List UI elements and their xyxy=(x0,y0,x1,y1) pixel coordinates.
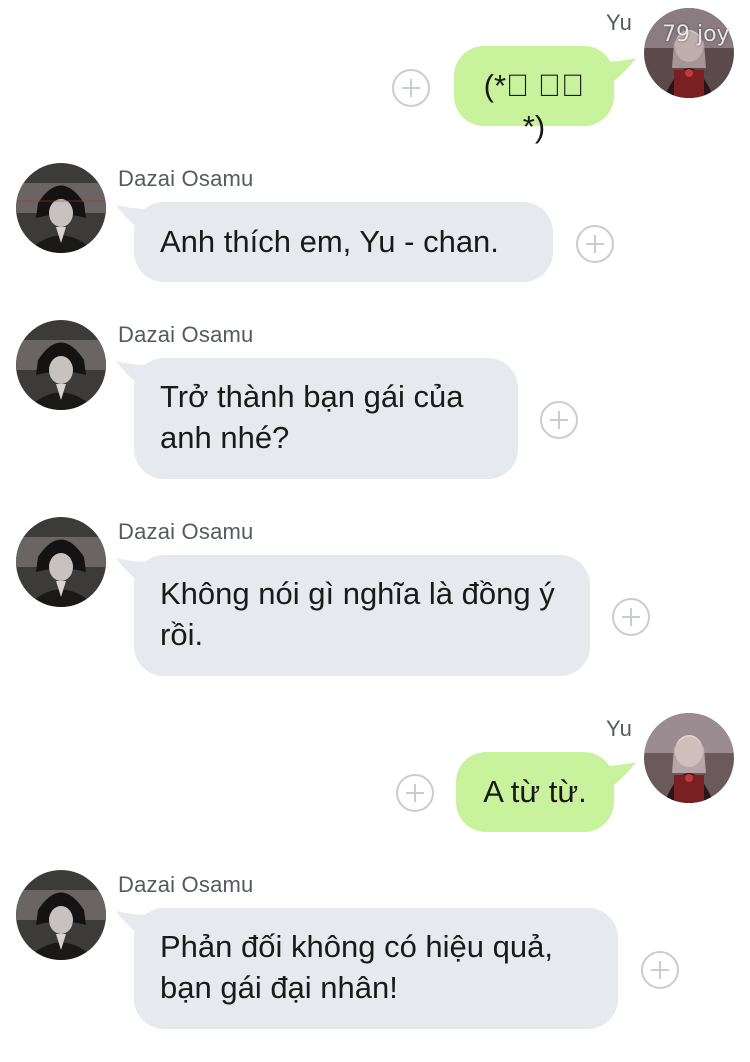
plus-circle-icon[interactable] xyxy=(612,598,650,636)
plus-circle-icon[interactable] xyxy=(540,401,578,439)
plus-circle-icon[interactable] xyxy=(392,69,430,107)
plus-circle-icon[interactable] xyxy=(641,951,679,989)
dazai-avatar[interactable] xyxy=(16,320,106,410)
sender-name: Dazai Osamu xyxy=(118,519,254,544)
plus-circle-icon[interactable] xyxy=(576,225,614,263)
message-bubble[interactable]: A từ từ. xyxy=(456,752,614,832)
dazai-avatar[interactable] xyxy=(16,870,106,960)
sender-name: Yu xyxy=(606,716,633,741)
sender-name: Dazai Osamu xyxy=(118,322,254,347)
sender-name: Dazai Osamu xyxy=(118,872,254,897)
plus-circle-icon[interactable] xyxy=(396,774,434,812)
message-bubble[interactable]: Không nói gì nghĩa là đồng ý rồi. xyxy=(134,555,590,676)
message-bubble[interactable]: Anh thích em, Yu - chan. xyxy=(134,202,553,282)
message-bubble[interactable]: Phản đối không có hiệu quả, bạn gái đại … xyxy=(134,908,618,1029)
sender-name: Dazai Osamu xyxy=(118,166,254,191)
message-bubble[interactable]: Trở thành bạn gái của anh nhé? xyxy=(134,358,518,479)
sender-name: Yu xyxy=(606,10,633,35)
yu-avatar[interactable] xyxy=(644,713,734,803)
dazai-avatar[interactable] xyxy=(16,517,106,607)
message-bubble[interactable]: (*ﾟ ∀ﾟ *) xyxy=(454,46,614,144)
dazai-avatar[interactable] xyxy=(16,163,106,253)
watermark-text: 79 joy xyxy=(662,22,730,47)
